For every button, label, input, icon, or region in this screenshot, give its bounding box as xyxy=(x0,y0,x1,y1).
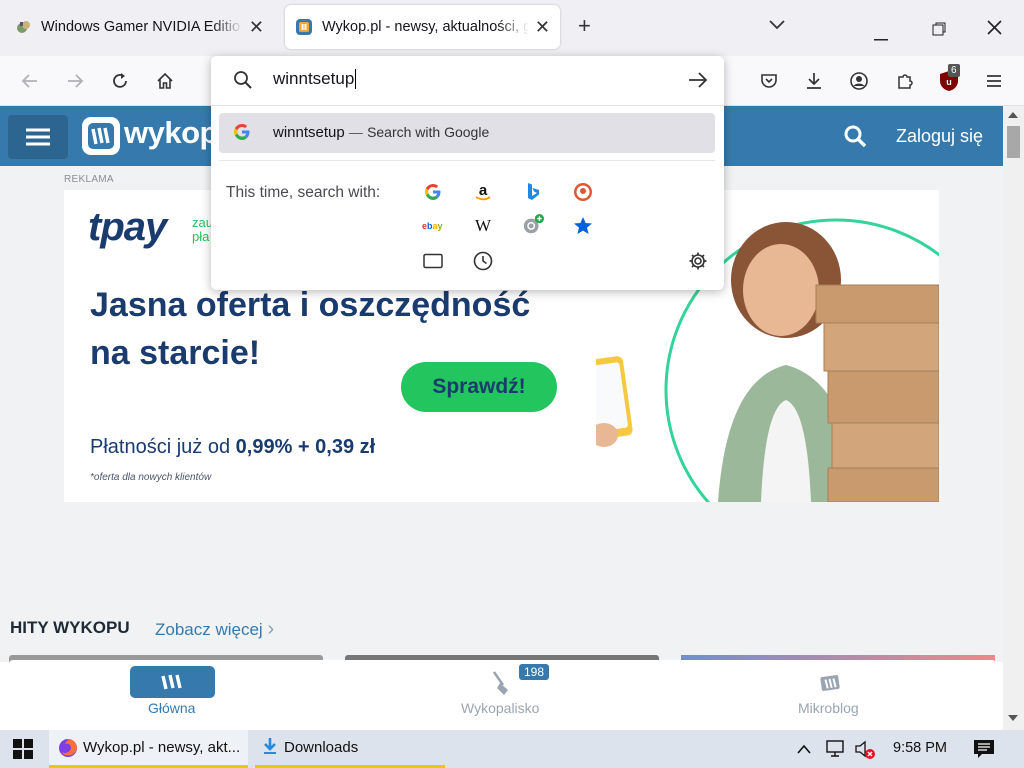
suggestion-text: winntsetup — Search with Google xyxy=(273,124,490,141)
wikipedia-engine-icon[interactable]: W xyxy=(472,215,494,237)
extension-badge: 6 xyxy=(948,64,960,77)
mikroblog-icon[interactable] xyxy=(819,672,843,699)
tab-windows-gamer[interactable]: Windows Gamer NVIDIA Editio ✕ xyxy=(6,5,274,49)
google-g-icon xyxy=(233,123,251,146)
app-menu-icon[interactable] xyxy=(982,69,1006,93)
network-icon[interactable] xyxy=(825,740,847,763)
svg-text:a: a xyxy=(479,182,488,199)
list-all-tabs-icon[interactable] xyxy=(768,16,786,34)
forward-icon[interactable] xyxy=(63,69,87,93)
wykopalisko-count-badge: 198 xyxy=(519,664,550,680)
ad-price-line: Płatności już od 0,99% + 0,39 zł xyxy=(90,436,376,458)
taskbar-downloads-button[interactable]: Downloads xyxy=(255,730,445,768)
new-tab-button[interactable]: + xyxy=(578,15,591,37)
site-search-icon[interactable] xyxy=(843,124,867,153)
taskbar-downloads-label: Downloads xyxy=(284,739,359,756)
bottom-navigation: Główna 198 Wykopalisko Mikroblog xyxy=(9,660,996,722)
login-link[interactable]: Zaloguj się xyxy=(896,126,983,147)
wykop-logo-icon[interactable] xyxy=(82,117,120,155)
pocket-icon[interactable] xyxy=(757,69,781,93)
nav-label-glowna[interactable]: Główna xyxy=(148,700,195,716)
nav-label-mikroblog[interactable]: Mikroblog xyxy=(798,700,859,716)
windows-start-icon[interactable] xyxy=(13,739,33,764)
extensions-icon[interactable] xyxy=(893,69,917,93)
google-engine-icon[interactable] xyxy=(422,181,444,203)
scroll-down-icon[interactable] xyxy=(1008,715,1018,721)
divider xyxy=(219,160,715,161)
hamburger-menu-button[interactable] xyxy=(8,115,68,159)
duckduckgo-engine-icon[interactable] xyxy=(572,181,594,203)
history-clock-icon[interactable] xyxy=(472,250,494,272)
bing-engine-icon[interactable] xyxy=(522,181,544,203)
wykop-favicon-icon xyxy=(295,18,313,36)
back-icon[interactable] xyxy=(18,69,42,93)
hits-section-title: HITY WYKOPU xyxy=(10,618,130,637)
divider xyxy=(211,105,724,106)
scrollbar[interactable] xyxy=(1003,106,1024,730)
minimize-icon[interactable] xyxy=(874,26,888,44)
svg-text:u: u xyxy=(946,77,952,87)
ad-label: REKLAMA xyxy=(64,174,114,185)
chevron-right-icon: › xyxy=(267,618,275,640)
url-input[interactable]: winntsetup xyxy=(273,69,357,89)
home-nav-button[interactable] xyxy=(130,666,215,698)
urlbar-dropdown: winntsetup winntsetup — Search with Goog… xyxy=(211,56,724,290)
shovel-icon[interactable] xyxy=(491,670,513,701)
tpay-sub-line1: zau xyxy=(192,215,213,230)
add-search-engine-icon[interactable] xyxy=(522,214,544,236)
see-more-link[interactable]: Zobacz więcej › xyxy=(155,618,274,641)
nav-label-wykopalisko[interactable]: Wykopalisko xyxy=(461,700,539,716)
svg-text:ebay: ebay xyxy=(422,221,443,231)
tpay-brand: tpay xyxy=(88,205,167,249)
amazon-engine-icon[interactable]: a xyxy=(472,181,494,203)
one-off-label: This time, search with: xyxy=(226,184,381,201)
scroll-up-icon[interactable] xyxy=(1008,112,1018,118)
account-icon[interactable] xyxy=(847,69,871,93)
tab-title: Windows Gamer NVIDIA Editio xyxy=(41,19,241,35)
tab-title: Wykop.pl - newsy, aktualności, g xyxy=(322,19,529,35)
url-input-value[interactable]: winntsetup xyxy=(273,69,354,89)
restore-icon[interactable] xyxy=(932,21,946,39)
bookmarks-star-icon[interactable] xyxy=(572,215,594,237)
ad-cta-button[interactable]: Sprawdź! xyxy=(401,362,557,412)
windows-taskbar: Wykop.pl - newsy, akt... Downloads 9:58 … xyxy=(0,730,1024,768)
reload-icon[interactable] xyxy=(108,69,132,93)
downloads-folder-icon xyxy=(261,737,279,759)
clock[interactable]: 9:58 PM xyxy=(893,740,947,756)
search-icon xyxy=(233,70,253,95)
game-favicon-icon xyxy=(16,19,32,35)
tab-close-icon[interactable]: ✕ xyxy=(535,17,550,38)
taskbar-firefox-label: Wykop.pl - newsy, akt... xyxy=(83,739,241,756)
ebay-engine-icon[interactable]: ebay xyxy=(422,215,444,237)
action-center-icon[interactable] xyxy=(973,739,995,764)
tab-wykop[interactable]: Wykop.pl - newsy, aktualności, g ✕ xyxy=(285,5,560,49)
downloads-icon[interactable] xyxy=(802,69,826,93)
go-arrow-icon[interactable] xyxy=(687,70,709,95)
search-settings-gear-icon[interactable] xyxy=(687,250,709,272)
home-icon[interactable] xyxy=(153,69,177,93)
taskbar-firefox-button[interactable]: Wykop.pl - newsy, akt... xyxy=(49,730,248,768)
tab-strip: Windows Gamer NVIDIA Editio ✕ Wykop.pl -… xyxy=(0,0,1024,56)
firefox-icon xyxy=(58,738,78,758)
show-hidden-icons-chevron-icon[interactable] xyxy=(796,742,812,760)
close-window-icon[interactable] xyxy=(987,20,1002,38)
ad-headline-line1: Jasna oferta i oszczędność xyxy=(90,286,531,324)
search-suggestion-row[interactable]: winntsetup — Search with Google xyxy=(219,113,715,153)
ad-footnote: *oferta dla nowych klientów xyxy=(90,472,212,483)
tab-close-icon[interactable]: ✕ xyxy=(249,17,264,38)
scrollbar-thumb[interactable] xyxy=(1007,126,1020,158)
tpay-sub-line2: pła xyxy=(192,229,210,244)
volume-muted-icon[interactable] xyxy=(854,739,878,766)
ad-cta-label: Sprawdź! xyxy=(432,375,526,398)
tabs-search-icon[interactable] xyxy=(422,250,444,272)
ad-headline-line2: na starcie! xyxy=(90,334,261,372)
